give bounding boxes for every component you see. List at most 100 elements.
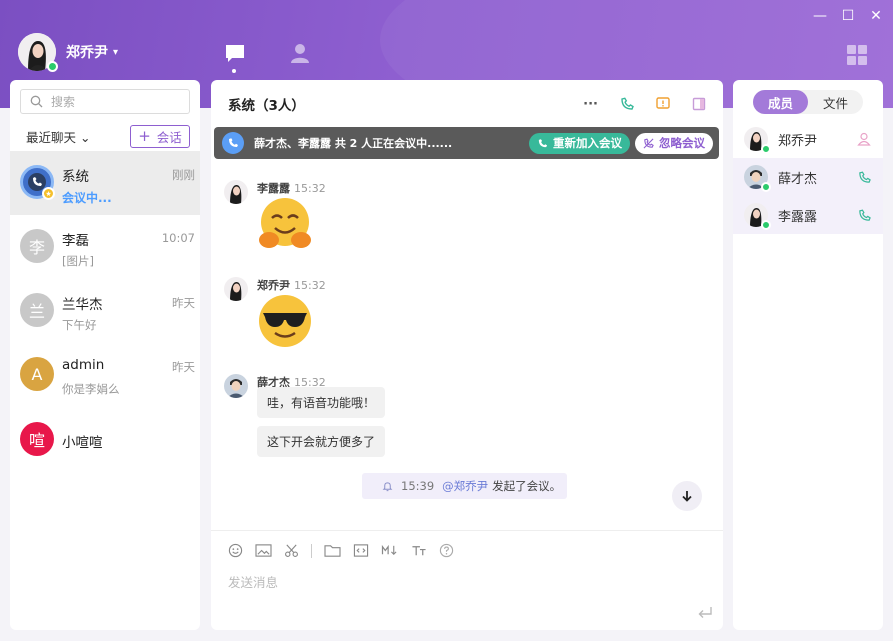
avatar: 李	[20, 229, 54, 263]
sender-name: 郑乔尹	[257, 279, 290, 292]
list-item[interactable]: A admin 昨天 你是李娟么	[10, 343, 200, 407]
maximize-button[interactable]: ☐	[841, 8, 855, 24]
folder-icon[interactable]	[324, 543, 341, 558]
user-name: 郑乔尹	[66, 45, 108, 61]
conversation-name: 李磊	[62, 233, 89, 249]
notice-action: 发起了会议。	[492, 479, 562, 493]
avatar	[744, 203, 771, 230]
help-icon[interactable]	[439, 543, 454, 558]
message-time: 15:32	[294, 279, 326, 292]
minimize-button[interactable]: —	[813, 8, 827, 24]
online-status-dot	[761, 182, 771, 192]
mention-link[interactable]: @郑乔尹	[442, 478, 488, 494]
member-name: 郑乔尹	[778, 133, 818, 149]
markdown-icon[interactable]	[381, 543, 399, 558]
phone-icon	[538, 138, 548, 147]
window-controls: — ☐ ✕	[813, 8, 883, 24]
meeting-banner: 薛才杰、李露露 共 2 人正在会议中...... 重新加入会议 忽略会议	[214, 127, 719, 159]
contacts-nav-icon[interactable]	[289, 42, 311, 68]
recent-chats-dropdown[interactable]: 最近聊天 ⌄	[26, 127, 90, 146]
avatar	[224, 180, 248, 204]
avatar	[224, 374, 248, 398]
online-status-dot	[761, 144, 771, 154]
recent-label: 最近聊天	[26, 129, 77, 145]
avatar	[744, 127, 771, 154]
ignore-meeting-button[interactable]: 忽略会议	[635, 132, 713, 154]
active-indicator	[232, 69, 236, 73]
send-icon[interactable]	[697, 606, 713, 620]
image-icon[interactable]	[255, 543, 272, 558]
code-icon[interactable]	[353, 543, 369, 558]
meeting-status-text: 薛才杰、李露露 共 2 人正在会议中......	[254, 137, 453, 150]
avatar	[744, 165, 771, 192]
message-input[interactable]: 发送消息	[228, 572, 278, 591]
phone-icon[interactable]	[620, 97, 634, 111]
search-input[interactable]: 搜索	[20, 89, 190, 114]
member-name: 李露露	[778, 209, 818, 225]
chevron-down-icon[interactable]: ▾	[113, 47, 118, 58]
conversation-time: 昨天	[172, 360, 195, 374]
members-panel: 成员 文件 郑乔尹 薛才杰 李露露	[733, 80, 883, 630]
scissors-icon[interactable]	[284, 543, 299, 558]
member-item[interactable]: 李露露	[733, 196, 883, 234]
conversation-preview: 会议中...	[62, 191, 112, 205]
conversation-name: admin	[62, 357, 105, 373]
more-options-button[interactable]: ···	[583, 97, 598, 112]
conversation-name: 系统	[62, 169, 89, 185]
star-badge-icon: ★	[42, 187, 55, 200]
apps-grid-icon[interactable]	[846, 44, 868, 70]
font-size-icon[interactable]	[411, 543, 427, 558]
avatar	[224, 277, 248, 301]
avatar[interactable]	[18, 33, 58, 72]
emoji-icon[interactable]	[228, 543, 243, 558]
online-status-dot	[47, 61, 58, 72]
rejoin-meeting-button[interactable]: 重新加入会议	[529, 132, 630, 154]
avatar: 喧	[20, 422, 54, 456]
list-item[interactable]: ★ 系统 刚刚 会议中...	[10, 151, 200, 215]
sidebar-toggle-icon[interactable]	[692, 97, 706, 111]
chat-title: 系统（3人）	[228, 98, 305, 114]
message-time: 15:32	[294, 182, 326, 195]
list-item[interactable]: 喧 小喧喧	[10, 407, 200, 471]
alert-icon[interactable]	[656, 97, 670, 111]
avatar: ★	[20, 165, 55, 200]
current-user[interactable]: 郑乔尹 ▾	[18, 33, 118, 72]
online-status-dot	[761, 220, 771, 230]
new-chat-button[interactable]: + 会话	[130, 124, 190, 148]
bell-icon	[382, 481, 393, 491]
conversation-preview: 下午好	[62, 318, 97, 332]
search-placeholder: 搜索	[51, 95, 76, 109]
member-item[interactable]: 薛才杰	[733, 158, 883, 196]
search-icon	[30, 95, 43, 108]
user-icon	[857, 132, 871, 146]
list-item[interactable]: 兰 兰华杰 昨天 下午好	[10, 279, 200, 343]
chevron-down-icon: ⌄	[80, 129, 91, 145]
phone-off-icon	[643, 138, 654, 148]
conversation-preview: 你是李娟么	[62, 382, 120, 396]
tab-members[interactable]: 成员	[753, 90, 808, 114]
list-item[interactable]: 李 李磊 10:07 [图片]	[10, 215, 200, 279]
avatar: A	[20, 357, 54, 391]
tab-files[interactable]: 文件	[808, 90, 863, 114]
conversation-name: 小喧喧	[62, 435, 103, 451]
conversation-preview: [图片]	[62, 254, 94, 268]
members-tabs: 成员 文件	[753, 90, 863, 114]
chat-nav-icon[interactable]	[224, 42, 246, 68]
phone-icon	[222, 132, 244, 154]
message-composer: 发送消息	[211, 530, 723, 630]
conversation-time: 10:07	[161, 231, 195, 245]
divider	[311, 543, 312, 558]
scroll-to-bottom-button[interactable]	[672, 481, 702, 511]
notice-time: 15:39	[401, 479, 435, 493]
close-button[interactable]: ✕	[869, 8, 883, 24]
system-notice: 15:39 @郑乔尹 发起了会议。	[362, 473, 567, 499]
phone-icon	[859, 171, 871, 183]
conversation-name: 兰华杰	[62, 297, 103, 313]
member-name: 薛才杰	[778, 171, 818, 187]
member-item[interactable]: 郑乔尹	[733, 120, 883, 158]
rejoin-label: 重新加入会议	[553, 136, 622, 150]
chat-panel: 系统（3人） ··· 薛才杰、李露露 共 2 人正在会议中...... 重新加入…	[211, 80, 723, 630]
ignore-label: 忽略会议	[659, 136, 705, 150]
sender-name: 李露露	[257, 182, 290, 195]
message-bubble: 哇，有语音功能哦！	[257, 387, 386, 418]
